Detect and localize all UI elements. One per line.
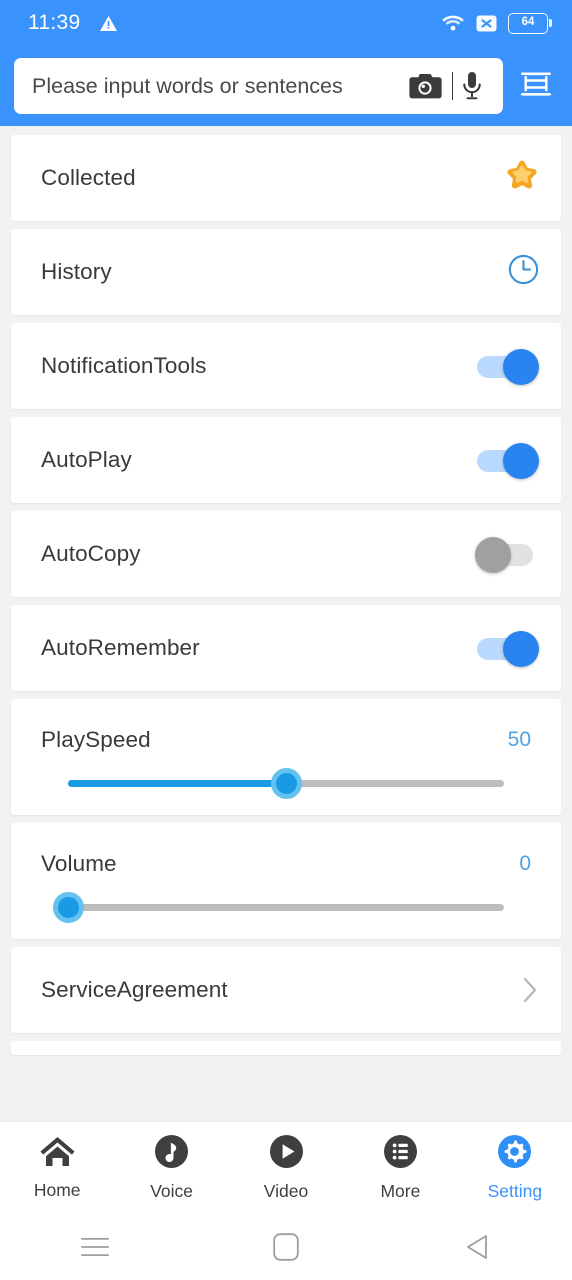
settings-card: AutoRemember: [11, 605, 561, 691]
search-box[interactable]: [14, 58, 503, 114]
notificationtools-toggle[interactable]: [475, 345, 539, 387]
home-icon: [39, 1135, 76, 1173]
status-time: 11:39: [28, 11, 81, 34]
volume-value: 0: [519, 852, 531, 875]
row-label: AutoCopy: [41, 541, 141, 566]
settings-card: History: [11, 229, 561, 315]
settings-row-notificationtools[interactable]: NotificationTools: [11, 323, 561, 409]
settings-card: NotificationTools: [11, 323, 561, 409]
row-trailing: [475, 533, 539, 575]
microphone-icon[interactable]: [457, 71, 489, 101]
no-signal-x-icon: [476, 14, 497, 33]
playspeed-value: 50: [507, 728, 531, 751]
autoplay-toggle[interactable]: [475, 439, 539, 481]
settings-card: Volume 0: [11, 823, 561, 939]
nav-label: Voice: [150, 1181, 194, 1201]
row-label: Volume: [41, 851, 117, 876]
settings-card-partial: [11, 1041, 561, 1055]
nav-item-video[interactable]: Video: [229, 1134, 343, 1202]
chevron-right-icon: [522, 976, 539, 1004]
gear-icon: [497, 1134, 532, 1174]
app-header: 11:39 64 Please input words or sentences: [0, 0, 572, 126]
settings-row-autoremember[interactable]: AutoRemember: [11, 605, 561, 691]
playspeed-header: PlaySpeed 50: [11, 699, 561, 753]
status-bar: 11:39 64: [0, 0, 572, 46]
toggle-thumb: [503, 349, 539, 385]
nav-label: More: [380, 1181, 421, 1201]
settings-card: ServiceAgreement: [11, 947, 561, 1033]
list-circle-icon: [383, 1134, 418, 1174]
nav-label: Setting: [487, 1181, 543, 1201]
list-lines-icon[interactable]: [513, 58, 559, 114]
search-row: [0, 46, 572, 126]
status-bar-left: 11:39: [28, 11, 118, 35]
row-trailing: [475, 627, 539, 669]
toggle-thumb: [503, 631, 539, 667]
nav-item-setting[interactable]: Setting: [458, 1134, 572, 1202]
autocopy-toggle[interactable]: [475, 533, 539, 575]
settings-row-autocopy[interactable]: AutoCopy: [11, 511, 561, 597]
settings-row-serviceagreement[interactable]: ServiceAgreement: [11, 947, 561, 1033]
search-input[interactable]: [32, 73, 402, 99]
nav-item-more[interactable]: More: [343, 1134, 457, 1202]
play-circle-icon: [269, 1134, 304, 1174]
row-trailing: [505, 159, 539, 197]
settings-card: AutoCopy: [11, 511, 561, 597]
back-triangle-icon[interactable]: [381, 1233, 572, 1261]
star-icon[interactable]: [505, 159, 539, 197]
toggle-thumb: [503, 443, 539, 479]
nav-item-home[interactable]: Home: [0, 1135, 114, 1201]
settings-card: AutoPlay: [11, 417, 561, 503]
row-label: History: [41, 259, 112, 284]
phone-screen: 11:39 64 Please input words or sentences…: [0, 0, 572, 1280]
system-navigation-bar: [0, 1214, 572, 1280]
row-label: PlaySpeed: [41, 727, 151, 752]
row-trailing: [508, 254, 539, 290]
slider-track[interactable]: [68, 904, 504, 911]
settings-row-collected[interactable]: Collected: [11, 135, 561, 221]
clock-icon[interactable]: [508, 254, 539, 290]
toggle-thumb: [475, 537, 511, 573]
volume-slider[interactable]: [52, 877, 504, 939]
battery-icon: 64: [508, 12, 552, 34]
row-trailing: [475, 439, 539, 481]
row-label: AutoPlay: [41, 447, 132, 472]
slider-fill: [68, 780, 286, 787]
settings-row-history[interactable]: History: [11, 229, 561, 315]
recents-menu-icon[interactable]: [0, 1235, 191, 1259]
warning-triangle-icon: [99, 15, 118, 32]
volume-header: Volume 0: [11, 823, 561, 877]
nav-item-voice[interactable]: Voice: [114, 1134, 228, 1202]
row-label: ServiceAgreement: [41, 977, 228, 1002]
settings-card: PlaySpeed 50: [11, 699, 561, 815]
camera-icon[interactable]: [402, 72, 448, 100]
music-note-circle-icon: [154, 1134, 189, 1174]
slider-thumb[interactable]: [270, 768, 302, 799]
battery-level: 64: [521, 16, 535, 29]
row-label: Collected: [41, 165, 136, 190]
settings-card: Collected: [11, 135, 561, 221]
wifi-icon: [441, 14, 465, 32]
settings-list[interactable]: Collected History NotificationTools Auto…: [0, 126, 572, 1121]
slider-thumb[interactable]: [52, 892, 84, 923]
autoremember-toggle[interactable]: [475, 627, 539, 669]
nav-label: Home: [33, 1180, 81, 1200]
row-label: AutoRemember: [41, 635, 200, 660]
status-bar-right: 64: [441, 12, 552, 34]
row-label: NotificationTools: [41, 353, 207, 378]
row-trailing: [522, 976, 539, 1004]
home-square-icon[interactable]: [191, 1233, 382, 1261]
row-trailing: [475, 345, 539, 387]
icon-divider: [451, 72, 453, 100]
settings-row-autoplay[interactable]: AutoPlay: [11, 417, 561, 503]
bottom-navigation: Home Voice Video More Setting: [0, 1121, 572, 1214]
playspeed-slider[interactable]: [68, 753, 504, 815]
nav-label: Video: [263, 1181, 309, 1201]
